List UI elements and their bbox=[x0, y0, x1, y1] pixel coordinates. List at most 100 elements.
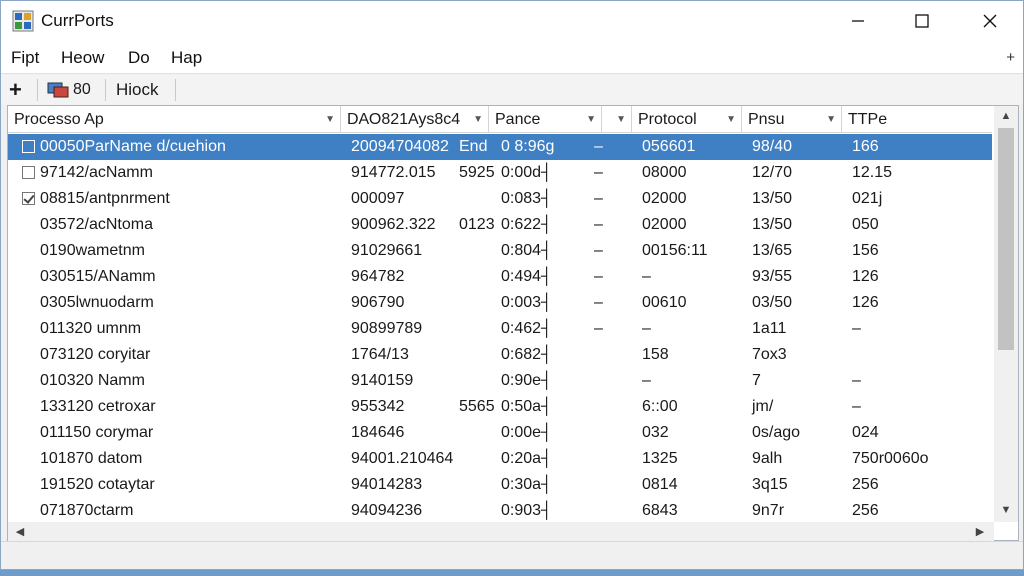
title-bar[interactable]: CurrPorts bbox=[1, 1, 1023, 41]
scroll-left-icon[interactable]: ◀ bbox=[10, 522, 30, 542]
table-row[interactable]: 97142/acNamm 914772.015 5925 0:00d┤ – 08000 12… bbox=[8, 160, 992, 186]
table-cell: – bbox=[594, 190, 603, 207]
column-header-label: Protocol bbox=[638, 111, 697, 128]
ports-table: Processo Ap ▼ DАО821Ays8c4 ▼ Pance ▼ ▼ P… bbox=[7, 105, 1019, 542]
table-cell: 955342 bbox=[351, 398, 405, 415]
scroll-up-icon[interactable]: ▲ bbox=[994, 106, 1018, 126]
horizontal-scrollbar[interactable]: ◀ ▶ bbox=[8, 522, 994, 542]
table-cell: 156 bbox=[852, 242, 879, 259]
maximize-button[interactable] bbox=[899, 1, 945, 41]
table-row[interactable]: 00050ParName d/cuehion 20094704082 End 0 8:… bbox=[8, 134, 992, 160]
column-header-port[interactable]: Pnsu ▼ bbox=[742, 106, 842, 133]
table-row[interactable]: 011320 umnm 90899789 0:462┤ – – 1a11 – bbox=[8, 316, 992, 342]
table-cell: 00156:11 bbox=[642, 242, 708, 259]
table-row[interactable]: 08815/antpnrment 000097 0:083┤ – 02000 13/50 0… bbox=[8, 186, 992, 212]
table-cell: 03/50 bbox=[752, 294, 793, 311]
table-row[interactable]: 133120 cetroxar 955342 5565 0:50a┤ 6::00 jm/ – bbox=[8, 394, 992, 420]
table-cell: 94094236 bbox=[351, 502, 423, 519]
table-cell: 166 bbox=[852, 138, 879, 155]
minimize-button[interactable] bbox=[835, 1, 881, 41]
column-header-protocol[interactable]: Protocol ▼ bbox=[632, 106, 742, 133]
menu-item-file[interactable]: Fipt bbox=[11, 48, 39, 68]
table-cell: 1764/13 bbox=[351, 346, 409, 363]
table-cell: – bbox=[852, 320, 861, 337]
table-row[interactable]: 073120 coryitar 1764/13 0:682┤ 158 7ox3 bbox=[8, 342, 992, 368]
column-header-pid[interactable]: DАО821Ays8c4 ▼ bbox=[341, 106, 489, 133]
table-cell: 0305lwnuodarm bbox=[40, 294, 154, 311]
table-row[interactable]: 191520 cotaytar 94014283 0:30a┤ 0814 3q15 256 bbox=[8, 472, 992, 498]
table-cell: End bbox=[459, 138, 488, 155]
table-cell: – bbox=[594, 294, 603, 311]
table-cell: 03572/acNtoma bbox=[40, 216, 153, 233]
column-header-process[interactable]: Processo Ap ▼ bbox=[8, 106, 341, 133]
hook-button[interactable]: Hiock bbox=[116, 77, 159, 103]
table-cell: 1a11 bbox=[752, 320, 787, 337]
table-cell bbox=[453, 368, 495, 394]
table-row[interactable]: 010320 Namm 9140159 0:90e┤ – 7 – bbox=[8, 368, 992, 394]
window-title: CurrPorts bbox=[41, 11, 114, 30]
scroll-thumb[interactable] bbox=[998, 128, 1014, 350]
table-cell: 00050ParName d/cuehion bbox=[40, 138, 226, 155]
table-cell: 914772.015 bbox=[351, 164, 436, 181]
table-cell: 0:462┤ bbox=[501, 320, 553, 337]
table-cell: 08815/antpnrment bbox=[40, 190, 170, 207]
toolbar-separator bbox=[105, 79, 106, 101]
table-cell: 0123 bbox=[459, 216, 495, 233]
column-header-pance[interactable]: Pance ▼ bbox=[489, 106, 602, 133]
table-cell: 5565 bbox=[459, 398, 495, 415]
network-icon bbox=[47, 82, 69, 98]
table-cell: 6::00 bbox=[642, 398, 678, 415]
column-header-label: TTPe bbox=[848, 111, 888, 128]
table-cell: 12/70 bbox=[752, 164, 793, 181]
pin-icon[interactable]: + bbox=[1006, 49, 1015, 66]
column-header-type[interactable]: TTPe bbox=[842, 106, 992, 133]
table-cell: 93/55 bbox=[752, 268, 793, 285]
table-cell: – bbox=[594, 242, 603, 259]
sort-arrow-icon: ▼ bbox=[616, 114, 626, 125]
table-cell: 0:00d┤ bbox=[501, 164, 553, 181]
table-cell bbox=[846, 342, 992, 368]
table-cell: 02000 bbox=[642, 216, 687, 233]
menu-bar: Fipt Heow Do Hap + bbox=[1, 41, 1023, 74]
scroll-down-icon[interactable]: ▼ bbox=[994, 500, 1018, 520]
table-cell: 032 bbox=[642, 424, 669, 441]
table-row[interactable]: 011150 corymar 184646 0:00e┤ 032 0s/ago 024 bbox=[8, 420, 992, 446]
table-cell: 94014283 bbox=[351, 476, 423, 493]
menu-item-do[interactable]: Do bbox=[128, 48, 150, 68]
vertical-scrollbar[interactable]: ▲ ▼ bbox=[994, 106, 1018, 522]
table-cell: 08000 bbox=[642, 164, 687, 181]
table-row[interactable]: 0190wametnm 91029661 0:804┤ – 00156:11 13/65 1… bbox=[8, 238, 992, 264]
scroll-right-icon[interactable]: ▶ bbox=[970, 522, 990, 542]
table-cell bbox=[588, 342, 618, 368]
table-row[interactable]: 101870 datom 94001.210464 0:20a┤ 1325 9alh 75… bbox=[8, 446, 992, 472]
table-cell: – bbox=[594, 320, 603, 337]
table-row[interactable]: 0305lwnuodarm 906790 0:003┤ – 00610 03/50 126 bbox=[8, 290, 992, 316]
table-cell bbox=[453, 264, 495, 290]
sort-arrow-icon: ▼ bbox=[473, 114, 483, 125]
table-row[interactable]: 071870ctarm 94094236 0:903┤ 6843 9n7r 256 bbox=[8, 498, 992, 524]
add-button[interactable]: + bbox=[9, 77, 22, 103]
table-header: Processo Ap ▼ DАО821Ays8c4 ▼ Pance ▼ ▼ P… bbox=[8, 106, 992, 133]
table-cell: 010320 Namm bbox=[40, 372, 145, 389]
table-cell bbox=[588, 420, 618, 446]
table-cell: 0:20a┤ bbox=[501, 450, 553, 467]
refresh-button[interactable]: 80 bbox=[47, 77, 91, 103]
menu-item-view[interactable]: Heow bbox=[61, 48, 104, 68]
table-cell bbox=[588, 446, 618, 472]
table-cell: 191520 cotaytar bbox=[40, 476, 155, 493]
table-row[interactable]: 030515/ANamm 964782 0:494┤ – – 93/55 126 bbox=[8, 264, 992, 290]
column-header-blank[interactable]: ▼ bbox=[602, 106, 632, 133]
table-cell: 12.15 bbox=[852, 164, 893, 181]
table-cell: 101870 datom bbox=[40, 450, 143, 467]
table-row[interactable]: 03572/acNtoma 900962.322 0123 0:622┤ – 02000 1… bbox=[8, 212, 992, 238]
table-cell: 00610 bbox=[642, 294, 687, 311]
table-cell: jm/ bbox=[752, 398, 774, 415]
menu-item-help[interactable]: Hap bbox=[171, 48, 202, 68]
toolbar-separator bbox=[175, 79, 176, 101]
column-header-label: Pnsu bbox=[748, 111, 785, 128]
close-button[interactable] bbox=[967, 1, 1013, 41]
table-cell: 0:804┤ bbox=[501, 242, 553, 259]
sort-arrow-icon: ▼ bbox=[826, 114, 836, 125]
minimize-icon bbox=[852, 20, 864, 22]
table-cell: – bbox=[642, 320, 651, 337]
